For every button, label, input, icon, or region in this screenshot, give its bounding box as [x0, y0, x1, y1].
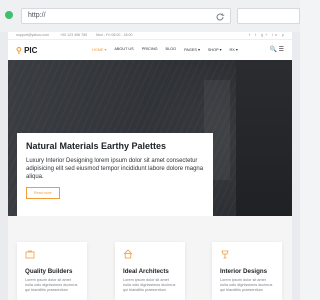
- logo-text: PIC: [24, 46, 38, 55]
- hero-title: Natural Materials Earthy Palettes: [26, 141, 167, 151]
- feature-text: Lorem ipsum dolor sit amet nulla odio di…: [25, 278, 78, 293]
- browser-window: http:// support@yahoo.com +00 123 456 78…: [0, 0, 300, 300]
- browser-toolbar: http://: [0, 0, 300, 32]
- reload-icon[interactable]: [215, 12, 225, 22]
- hours-text: Mon - Fri 08:00 - 18:00: [96, 33, 133, 37]
- features-section: Quality Builders Lorem ipsum dolor sit a…: [8, 216, 292, 300]
- top-info-bar: support@yahoo.com +00 123 456 789 Mon - …: [8, 32, 292, 40]
- nav-pricing[interactable]: PRICING: [142, 47, 158, 52]
- phone-text: +00 123 456 789: [60, 33, 88, 37]
- read-more-button[interactable]: Read more: [26, 187, 60, 199]
- email-text: support@yahoo.com: [16, 33, 50, 37]
- nav-rx[interactable]: RX ▾: [230, 47, 238, 52]
- feature-card-architects[interactable]: Ideal Architects Lorem ipsum dolor sit a…: [115, 242, 185, 300]
- nav-blog[interactable]: BLOG: [166, 47, 177, 52]
- nav-menu: HOME ▾ ABOUT US PRICING BLOG PAGES ▾ SHO…: [92, 47, 246, 52]
- feature-text: Lorem ipsum dolor sit amet nulla odio di…: [123, 278, 176, 293]
- website-viewport: support@yahoo.com +00 123 456 789 Mon - …: [8, 32, 292, 300]
- feature-title: Ideal Architects: [123, 268, 169, 275]
- hero-section: Natural Materials Earthy Palettes Luxury…: [8, 60, 292, 216]
- site-logo[interactable]: ⚲ PIC: [16, 46, 37, 55]
- nav-utility-icons[interactable]: 🔍 ☰: [269, 46, 284, 53]
- hero-card: Natural Materials Earthy Palettes Luxury…: [17, 133, 213, 216]
- lamp-icon: [221, 250, 229, 259]
- social-icons[interactable]: f t g+ in p: [249, 33, 286, 37]
- hero-description: Luxury Interior Designing lorem ipsum do…: [26, 158, 204, 180]
- address-text[interactable]: http://: [28, 12, 46, 19]
- nav-about[interactable]: ABOUT US: [114, 47, 133, 52]
- nav-shop[interactable]: SHOP ▾: [208, 47, 222, 52]
- window-status-dot: [5, 11, 13, 19]
- feature-card-interior[interactable]: Interior Designs Lorem ipsum dolor sit a…: [212, 242, 282, 300]
- nav-pages[interactable]: PAGES ▾: [184, 47, 200, 52]
- house-icon: [123, 249, 133, 259]
- hero-decor-panel: [236, 60, 292, 216]
- feature-title: Interior Designs: [220, 268, 268, 275]
- nav-home[interactable]: HOME ▾: [92, 47, 106, 52]
- main-navigation: ⚲ PIC HOME ▾ ABOUT US PRICING BLOG PAGES…: [8, 40, 292, 60]
- briefcase-icon: [25, 250, 35, 259]
- feature-card-builders[interactable]: Quality Builders Lorem ipsum dolor sit a…: [17, 242, 87, 300]
- feature-title: Quality Builders: [25, 268, 73, 275]
- address-bar[interactable]: http://: [21, 8, 231, 24]
- feature-text: Lorem ipsum dolor sit amet nulla odio di…: [220, 278, 273, 293]
- logo-mark-icon: ⚲: [16, 46, 22, 55]
- browser-secondary-field[interactable]: [237, 8, 300, 24]
